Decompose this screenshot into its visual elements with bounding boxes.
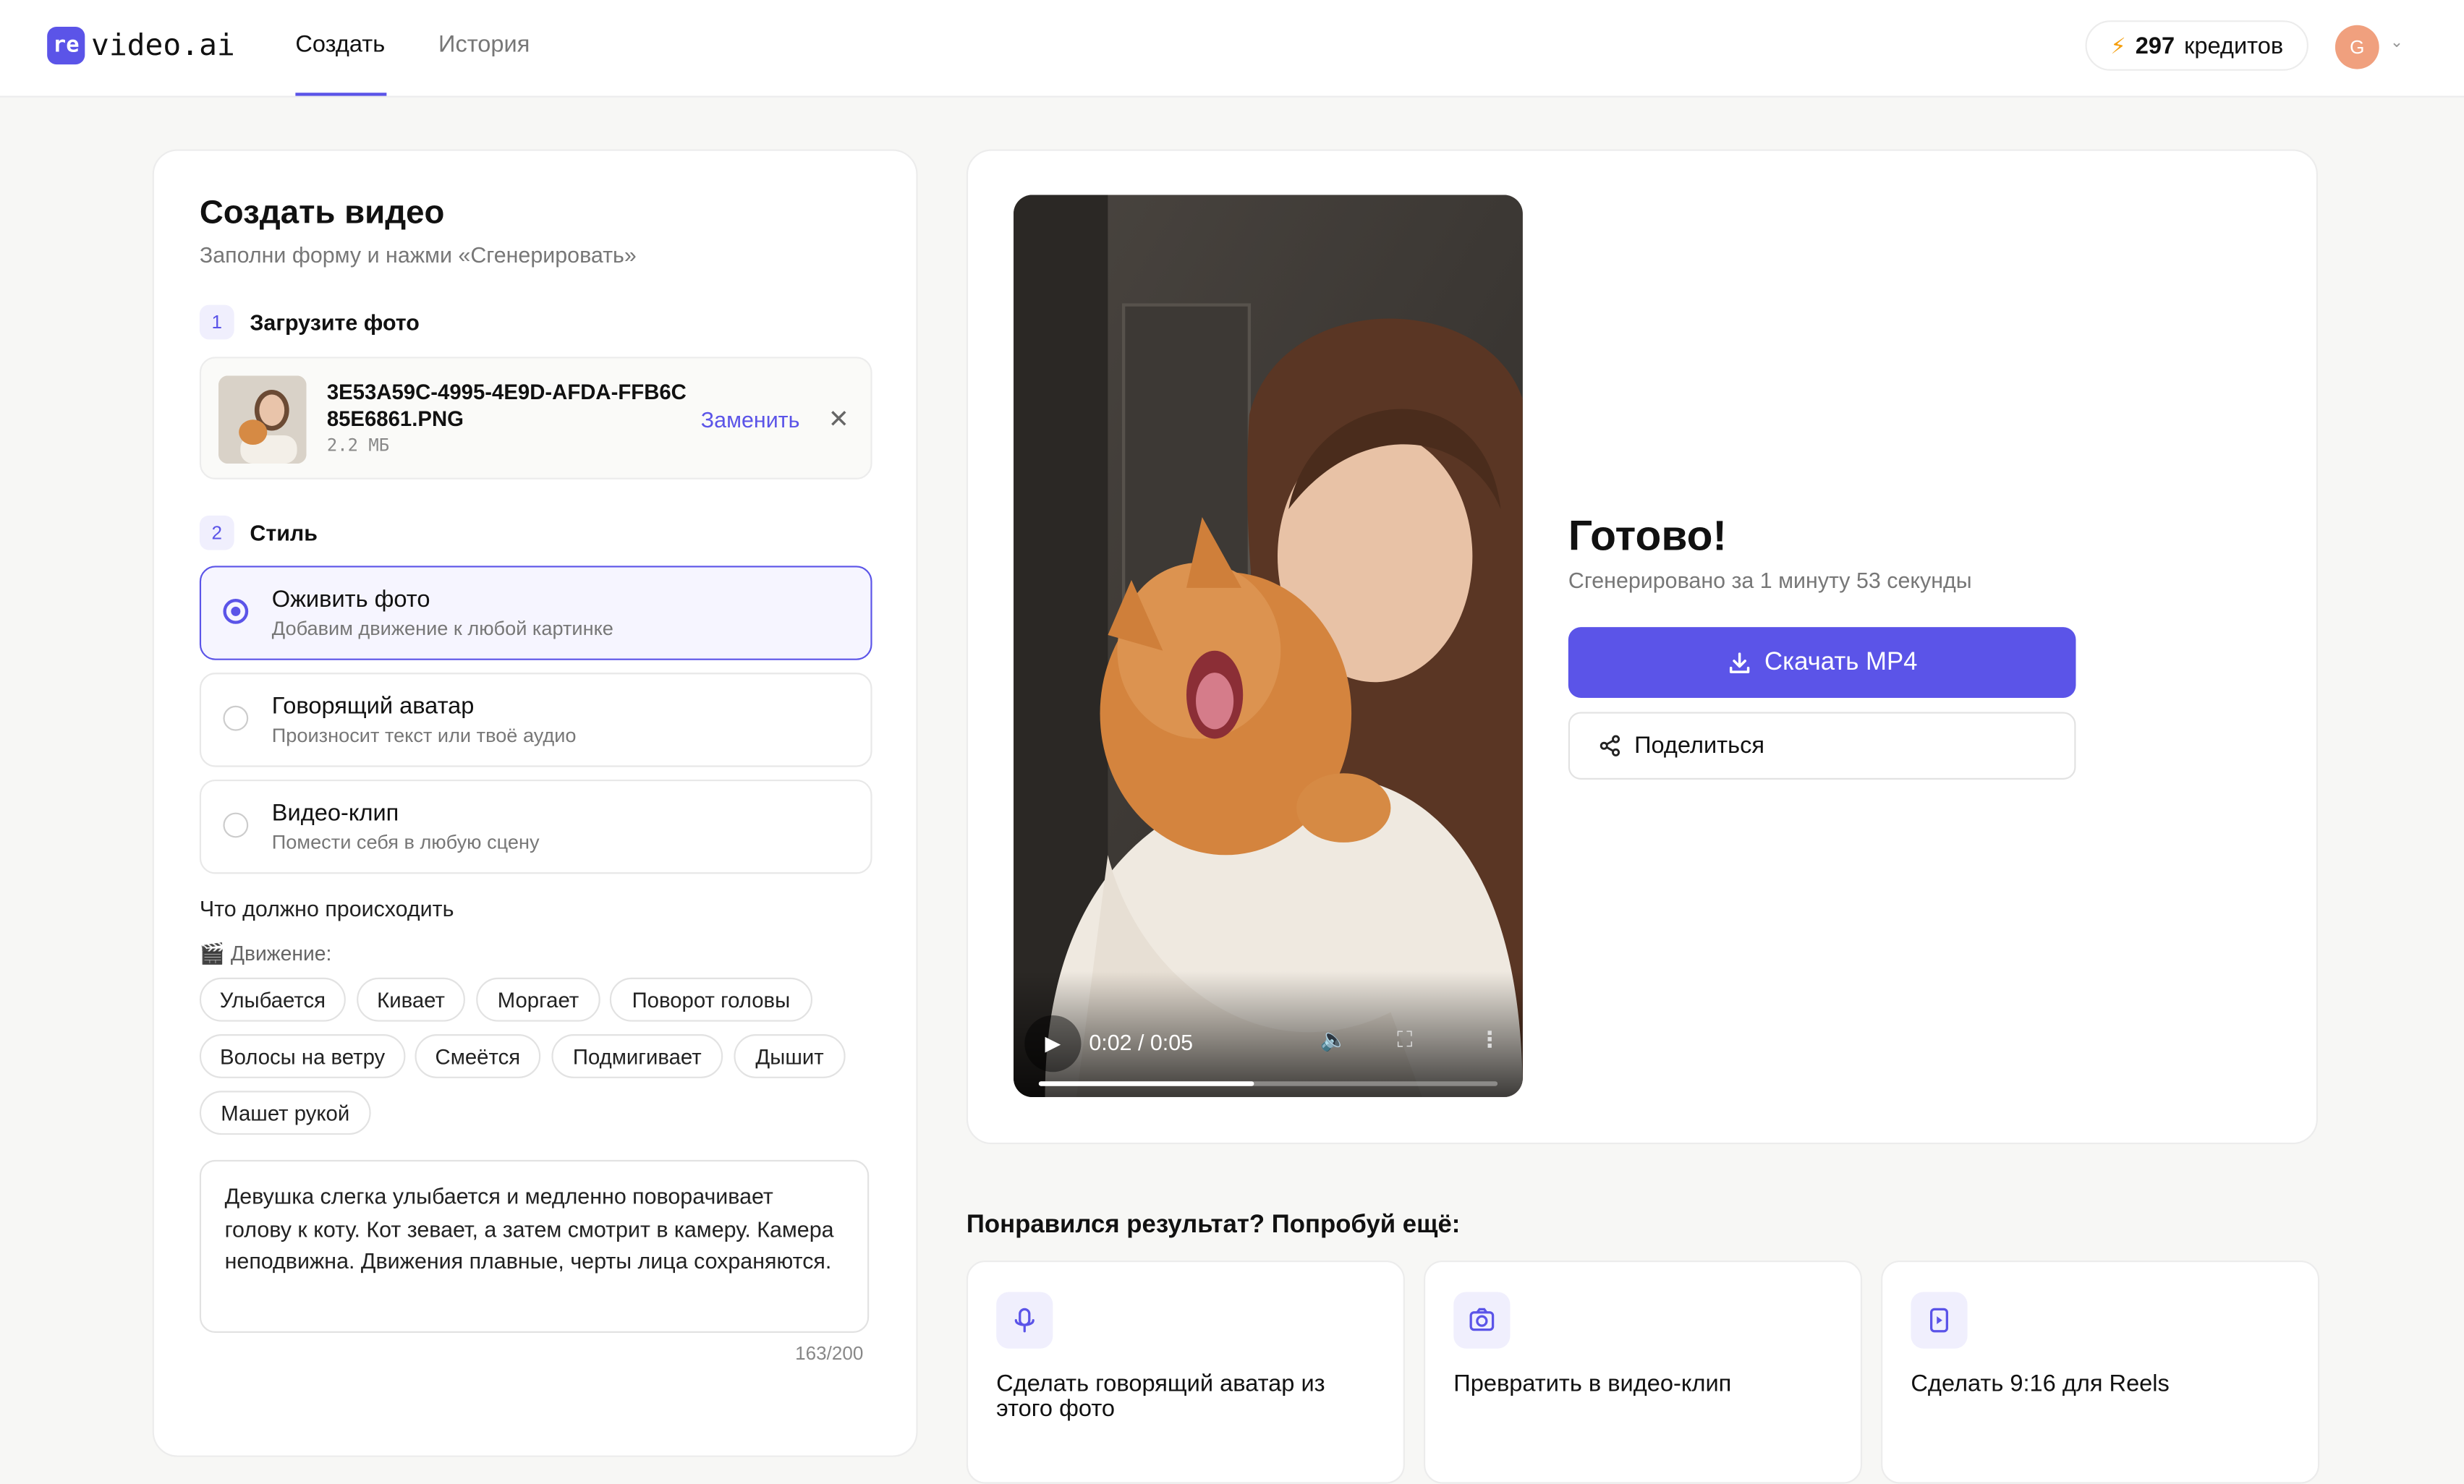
style-option-title: Говорящий аватар [271, 693, 475, 720]
video-file-icon [1911, 1292, 1968, 1349]
share-label: Поделиться [1634, 732, 1765, 759]
style-option-title: Оживить фото [271, 586, 430, 613]
chip-winks[interactable]: Подмигивает [551, 1034, 723, 1078]
credits-badge[interactable]: ⚡ 297 кредитов [2085, 20, 2308, 71]
chip-breathes[interactable]: Дышит [734, 1034, 846, 1078]
char-counter: 163/200 [795, 1342, 864, 1365]
credits-count: 297 [2135, 32, 2175, 59]
video-progress-fill [1038, 1081, 1254, 1086]
suggestion-text: Сделать 9:16 для Reels [1911, 1370, 2170, 1398]
style-option-animate[interactable]: Оживить фото Добавим движение к любой ка… [199, 566, 872, 660]
download-button[interactable]: Скачать MP4 [1568, 627, 2076, 698]
what-happens-label: Что должно происходить [199, 895, 454, 921]
motion-label: 🎬 Движение: [199, 941, 332, 965]
radio[interactable] [223, 705, 249, 731]
chevron-down-icon[interactable]: ⌄ [2390, 35, 2403, 52]
video-frame [1014, 195, 1523, 1097]
top-header: re video.ai Создать История ⚡ 297 кредит… [0, 0, 2464, 98]
file-size: 2.2 МБ [326, 435, 390, 456]
step-label: Загрузите фото [250, 310, 420, 335]
close-icon[interactable]: ✕ [828, 404, 849, 435]
style-option-talking-avatar[interactable]: Говорящий аватар Произносит текст или тв… [199, 673, 872, 767]
download-icon [1729, 652, 1749, 673]
chip-smiles[interactable]: Улыбается [199, 977, 346, 1022]
style-option-desc: Помести себя в любую сцену [271, 831, 540, 854]
radio[interactable] [223, 812, 249, 838]
chip-hair-wind[interactable]: Волосы на ветру [199, 1034, 406, 1078]
form-subtitle: Заполни форму и нажми «Сгенерировать» [199, 242, 637, 268]
suggestion-text: Сделать говорящий аватар из этого фото [996, 1370, 1325, 1423]
fullscreen-icon[interactable]: ⛶ [1397, 1026, 1412, 1053]
tab-history[interactable]: История [438, 31, 530, 58]
step-number: 1 [199, 304, 234, 340]
style-option-desc: Произносит текст или твоё аудио [271, 724, 577, 747]
suggestion-text: Превратить в видео-клип [1453, 1370, 1732, 1398]
suggestions-title: Понравился результат? Попробуй ещё: [966, 1211, 1461, 1239]
tab-create[interactable]: Создать [295, 31, 385, 58]
suggestion-video-clip[interactable]: Превратить в видео-клип [1424, 1260, 1863, 1484]
replace-button[interactable]: Заменить [701, 407, 800, 432]
video-progress-bar[interactable] [1038, 1081, 1498, 1086]
volume-icon[interactable]: 🔈 [1320, 1026, 1348, 1053]
step-style: 2 Стиль [199, 515, 318, 550]
step-upload-photo: 1 Загрузите фото [199, 304, 420, 340]
logo-mark: re [47, 26, 85, 65]
video-controls: ▶ 0:02 / 0:05 🔈 ⛶ ⋮ [1014, 971, 1523, 1097]
prompt-textarea[interactable]: Девушка слегка улыбается и медленно пово… [199, 1159, 870, 1333]
chip-head-turn[interactable]: Поворот головы [609, 977, 813, 1022]
style-option-title: Видео-клип [271, 800, 399, 827]
video-player[interactable]: ▶ 0:02 / 0:05 🔈 ⛶ ⋮ [1014, 195, 1523, 1097]
more-options-icon[interactable]: ⋮ [1479, 1026, 1500, 1053]
logo[interactable]: re video.ai [47, 26, 235, 65]
share-icon [1600, 735, 1620, 756]
photo-thumbnail [218, 375, 307, 464]
style-option-desc: Добавим движение к любой картинке [271, 618, 613, 640]
result-title: Готово! [1568, 512, 1727, 560]
lightning-icon: ⚡ [2110, 32, 2126, 58]
logo-text: video.ai [90, 28, 235, 63]
suggestion-reels[interactable]: Сделать 9:16 для Reels [1881, 1260, 2320, 1484]
style-option-video-clip[interactable]: Видео-клип Помести себя в любую сцену [199, 779, 872, 874]
chip-waves-hand[interactable]: Машет рукой [199, 1091, 371, 1135]
suggestion-talking-avatar[interactable]: Сделать говорящий аватар из этого фото [966, 1260, 1405, 1484]
avatar[interactable]: G [2335, 25, 2379, 69]
result-subtitle: Сгенерировано за 1 минуту 53 секунды [1568, 567, 1972, 593]
chip-laughs[interactable]: Смеётся [415, 1034, 541, 1078]
form-title: Создать видео [199, 195, 445, 231]
microphone-icon [996, 1292, 1053, 1349]
credits-label: кредитов [2184, 32, 2284, 59]
chip-blinks[interactable]: Моргает [476, 977, 600, 1022]
file-name: 3E53A59C-4995-4E9D-AFDA-FFB6C85E6861.PNG [326, 380, 687, 431]
download-label: Скачать MP4 [1764, 648, 1918, 675]
active-tab-indicator [295, 93, 387, 96]
uploaded-file: 3E53A59C-4995-4E9D-AFDA-FFB6C85E6861.PNG… [199, 357, 872, 479]
share-button[interactable]: Поделиться [1568, 712, 2076, 780]
play-icon[interactable]: ▶ [1024, 1015, 1082, 1073]
create-form-card: Создать видео Заполни форму и нажми «Сге… [152, 149, 918, 1457]
step-label: Стиль [250, 520, 318, 546]
chip-nods[interactable]: Кивает [357, 977, 465, 1022]
step-number: 2 [199, 515, 234, 550]
result-card: ▶ 0:02 / 0:05 🔈 ⛶ ⋮ Готово! Сгенерирован… [966, 149, 2318, 1145]
radio-selected[interactable] [223, 599, 249, 624]
camera-icon [1453, 1292, 1511, 1349]
video-time: 0:02 / 0:05 [1089, 1029, 1194, 1055]
